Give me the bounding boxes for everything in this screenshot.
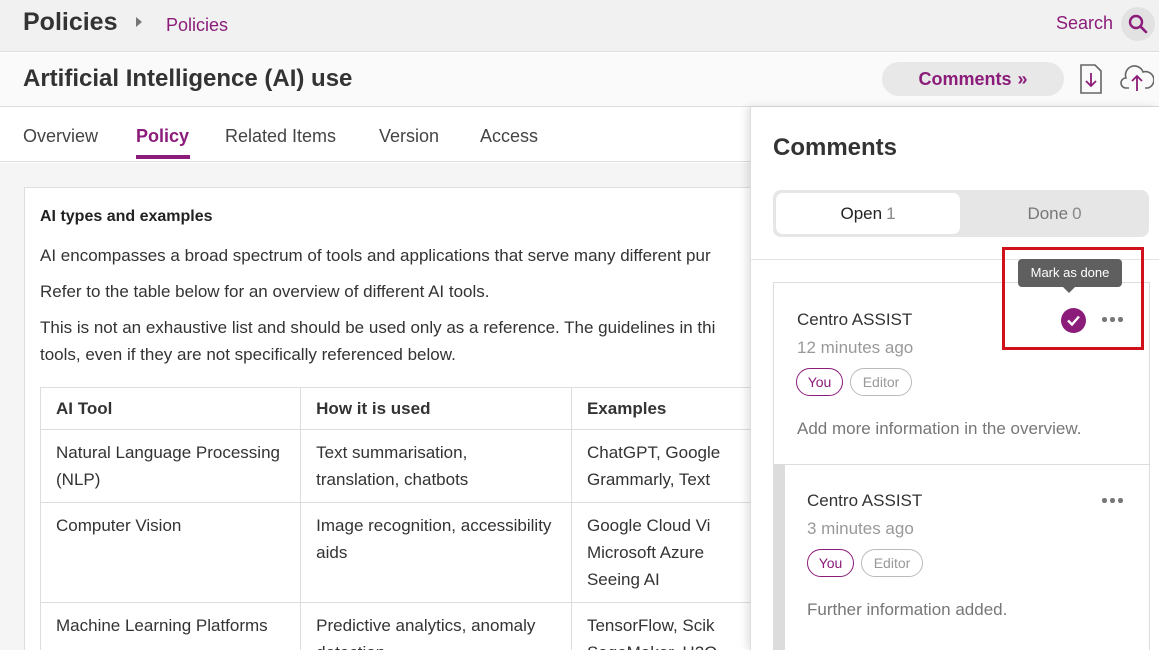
- more-horizontal-icon: [1102, 498, 1107, 503]
- role-badge: Editor: [861, 549, 923, 577]
- cell-line: Google Cloud Vi: [586, 516, 711, 535]
- comments-panel: Comments Open 1 Done 0 Centro ASSIST 12 mi…: [750, 107, 1159, 650]
- comments-filter-toggle: Open 1 Done 0: [773, 190, 1149, 237]
- download-icon: [1080, 64, 1102, 94]
- comment-author: Centro ASSIST: [797, 310, 913, 329]
- table-cell: Google Cloud Vi Microsoft Azure Seeing AI: [570, 502, 764, 603]
- filter-done-count: 0: [1072, 204, 1082, 223]
- filter-done-label: Done: [1027, 204, 1069, 223]
- comments-button-label: Comments: [918, 69, 1012, 89]
- tab-overview[interactable]: Overview: [23, 126, 98, 147]
- highlight-box: [1002, 247, 1144, 350]
- more-horizontal-icon: [1110, 498, 1115, 503]
- table-header: Examples: [570, 387, 764, 430]
- breadcrumb-link[interactable]: Policies: [166, 15, 228, 36]
- cell-line: Computer Vision: [56, 516, 182, 535]
- table-header: How it is used: [300, 387, 572, 430]
- reply-card: Centro ASSIST 3 minutes ago You Editor F…: [773, 465, 1150, 650]
- paragraph: AI encompasses a broad spectrum of tools…: [40, 246, 711, 265]
- double-chevron-right-icon: »: [1017, 69, 1028, 89]
- cell-line: (NLP): [56, 470, 101, 489]
- reply-more-button[interactable]: [1102, 498, 1124, 504]
- you-badge: You: [796, 368, 843, 396]
- tab-version[interactable]: Version: [379, 126, 439, 147]
- active-tab-indicator: [136, 155, 190, 159]
- ai-tools-table: AI Tool How it is used Examples Natural …: [39, 387, 764, 650]
- reply-indent-bar: [773, 465, 785, 650]
- paragraph: tools, even if they are not specifically…: [40, 345, 456, 364]
- comment-body: Add more information in the overview.: [797, 419, 1082, 438]
- cell-line: TensorFlow, Scik: [586, 616, 715, 635]
- cell-line: aids: [316, 543, 348, 562]
- table-cell: Machine Learning Platforms: [39, 602, 302, 650]
- cell-line: Microsoft Azure: [586, 543, 705, 562]
- table-header-row: AI Tool How it is used Examples: [39, 387, 764, 430]
- table-cell: Text summarisation, translation, chatbots: [300, 429, 572, 503]
- filter-open-button[interactable]: Open 1: [776, 193, 960, 234]
- tab-access[interactable]: Access: [480, 126, 538, 147]
- search-button[interactable]: [1121, 7, 1155, 41]
- tab-bar: Overview Policy Related Items Version Ac…: [0, 107, 750, 162]
- more-horizontal-icon: [1118, 498, 1123, 503]
- cell-line: ChatGPT, Google: [586, 443, 721, 462]
- filter-done-button[interactable]: Done 0: [963, 193, 1146, 234]
- filter-open-label: Open: [840, 204, 883, 223]
- table-row: Computer Vision Image recognition, acces…: [39, 502, 764, 603]
- cell-line: Machine Learning Platforms: [56, 616, 268, 635]
- paragraph: This is not an exhaustive list and shoul…: [40, 318, 716, 337]
- page-header: Artificial Intelligence (AI) use Comment…: [0, 53, 1159, 107]
- cell-line: Text summarisation,: [316, 443, 468, 462]
- cell-line: detection: [316, 639, 556, 650]
- share-button[interactable]: [1120, 64, 1155, 94]
- cell-line: Natural Language Processing: [56, 443, 280, 462]
- top-bar: Policies Policies Search: [0, 0, 1159, 52]
- policy-content: AI types and examples AI encompasses a b…: [0, 163, 764, 650]
- table-cell: Predictive analytics, anomaly detection: [300, 602, 572, 650]
- you-badge: You: [807, 549, 854, 577]
- comment-timestamp: 12 minutes ago: [797, 338, 914, 357]
- table-cell: Image recognition, accessibility aids: [300, 502, 572, 603]
- table-header: AI Tool: [39, 387, 302, 430]
- app-title: Policies: [23, 8, 118, 36]
- search-icon: [1128, 14, 1148, 34]
- table-row: Machine Learning Platforms Predictive an…: [39, 602, 764, 650]
- reply-timestamp: 3 minutes ago: [807, 519, 914, 538]
- cell-line: Seeing AI: [586, 570, 660, 589]
- table-cell: Natural Language Processing (NLP): [39, 429, 302, 503]
- comments-toggle-button[interactable]: Comments»: [882, 62, 1064, 96]
- filter-open-count: 1: [886, 204, 896, 223]
- cell-line: Predictive analytics, anomaly: [316, 616, 536, 635]
- table-cell: ChatGPT, Google Grammarly, Text: [570, 429, 764, 503]
- table-cell: Computer Vision: [39, 502, 302, 603]
- page-title: Artificial Intelligence (AI) use: [23, 65, 353, 92]
- download-button[interactable]: [1078, 63, 1104, 95]
- tab-policy[interactable]: Policy: [136, 126, 189, 147]
- tab-related-items[interactable]: Related Items: [225, 126, 336, 147]
- cell-line: Grammarly, Text: [586, 470, 711, 489]
- upload-cloud-icon: [1120, 65, 1155, 91]
- search-label[interactable]: Search: [1056, 13, 1113, 34]
- reply-body: Further information added.: [807, 600, 1008, 619]
- table-row: Natural Language Processing (NLP) Text su…: [39, 429, 764, 503]
- comments-panel-title: Comments: [773, 134, 898, 161]
- paragraph: Refer to the table below for an overview…: [40, 282, 490, 301]
- cell-line: translation, chatbots: [316, 470, 469, 489]
- breadcrumb-arrow-icon: [136, 17, 142, 27]
- policy-card: AI types and examples AI encompasses a b…: [24, 187, 764, 650]
- cell-line: SageMaker, H2O: [587, 639, 747, 650]
- section-title: AI types and examples: [40, 208, 213, 225]
- reply-author: Centro ASSIST: [807, 491, 923, 510]
- table-cell: TensorFlow, Scik SageMaker, H2O: [570, 602, 764, 650]
- cell-line: Image recognition, accessibility: [316, 516, 552, 535]
- role-badge: Editor: [850, 368, 912, 396]
